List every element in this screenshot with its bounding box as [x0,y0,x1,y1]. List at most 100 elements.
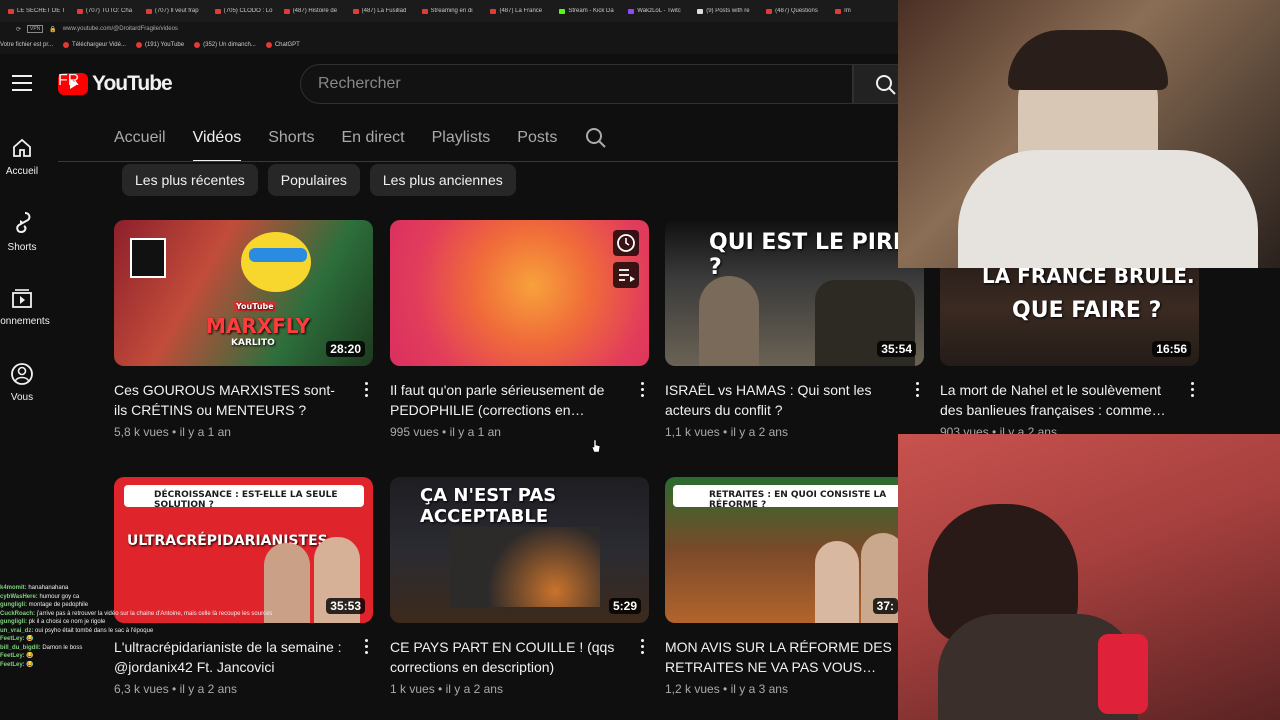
url-text[interactable]: www.youtube.com/@DroitardFragile/videos [63,26,178,32]
chat-text: 😂 [26,636,34,642]
browser-tab[interactable]: (487) La France [486,8,555,14]
chip-oldest[interactable]: Les plus anciennes [369,164,516,196]
video-card[interactable]: RETRAITES : EN QUOI CONSISTE LA RÉFORME … [665,477,924,696]
video-title[interactable]: CE PAYS PART EN COUILLE ! (qqs correctio… [390,637,622,677]
bookmark-item[interactable]: ChatGPT [265,42,300,48]
thumb-overlay-text: YouTube [234,302,276,311]
video-card[interactable]: ÇA N'EST PAS ACCEPTABLE 5:29 CE PAYS PAR… [390,477,649,696]
watch-later-icon[interactable] [613,230,639,256]
tab-favicon-icon [76,8,83,14]
upload-age: il y a 3 ans [730,682,788,696]
channel-search-icon[interactable] [584,118,608,158]
tab-en-direct[interactable]: En direct [341,118,404,158]
bookmark-item[interactable]: Votre fichier est pr... [0,42,53,48]
person-graphic [815,541,859,623]
tab-favicon-icon [145,8,152,14]
video-thumbnail[interactable]: QUI EST LE PIRE ? 35:54 [665,220,924,366]
webcam-overlay-bottom [898,434,1280,720]
region-code: FR [58,72,80,89]
rail-item-subscriptions[interactable]: Abonnements [0,286,58,327]
address-bar[interactable]: ⟳ VPN 🔒 www.youtube.com/@DroitardFragile… [0,22,900,36]
more-options-icon[interactable] [365,382,369,400]
screen: LE SECRET DE T (707) TUTO: Cha (707) Il ve… [0,0,1280,720]
bookmark-favicon-icon [63,42,70,48]
view-count: 995 vues [390,425,439,439]
sunglasses-graphic [249,248,307,262]
more-options-icon[interactable] [1191,382,1195,400]
rail-item-shorts[interactable]: Shorts [0,210,44,253]
stream-chat-overlay: k4momit: hanahanahana cybWasHere: humour … [0,584,300,720]
chip-recent[interactable]: Les plus récentes [122,164,258,196]
browser-tab[interactable]: WakzLoL - Twitc [624,8,693,14]
browser-tab[interactable]: (705) CLODO : Lo [211,8,280,14]
rail-label: Accueil [5,166,39,177]
video-card[interactable]: Il faut qu'on parle sérieusement de PEDO… [390,220,649,439]
rail-item-home[interactable]: Accueil [0,136,44,177]
browser-tab[interactable]: (487) Questions [762,8,831,14]
bookmark-item[interactable]: (191) YouTube [135,42,184,48]
browser-tab[interactable]: (707) TUTO: Cha [73,8,142,14]
bookmark-favicon-icon [194,42,201,48]
meta-separator: • [719,425,731,439]
bookmark-item[interactable]: Téléchargeur Vidé... [63,42,126,48]
chip-popular[interactable]: Populaires [267,164,360,196]
meta-separator: • [168,425,180,439]
video-thumbnail[interactable]: YouTube MARXFLY KARLITO 28:20 [114,220,373,366]
meta-separator: • [719,682,731,696]
more-options-icon[interactable] [641,382,645,400]
tab-favicon-icon [8,8,14,14]
video-meta: 1,2 k vues • il y a 3 ans [665,682,924,696]
chat-message: FeetLey: 😂 [0,652,300,661]
shorts-icon [16,212,31,234]
red-cup-graphic [1098,634,1148,714]
bookmark-favicon-icon [265,42,272,48]
browser-tab[interactable]: Streaming en di [418,8,487,14]
video-meta: 1 k vues • il y a 2 ans [390,682,649,696]
vpn-badge[interactable]: VPN [27,25,44,33]
tab-playlists[interactable]: Playlists [432,118,491,158]
streamer-sweater-graphic [958,150,1258,268]
browser-tab[interactable]: (9) Posts with re [693,8,762,14]
video-thumbnail[interactable] [390,220,649,366]
more-options-icon[interactable] [641,639,645,657]
lock-icon: 🔒 [49,26,57,33]
video-title[interactable]: MON AVIS SUR LA RÉFORME DES RETRAITES NE… [665,637,897,677]
bookmark-item[interactable]: (352) Un dimanch... [194,42,256,48]
video-card[interactable]: QUI EST LE PIRE ? 35:54 ISRAËL vs HAMAS … [665,220,924,439]
reload-icon[interactable]: ⟳ [16,26,21,33]
video-thumbnail[interactable]: RETRAITES : EN QUOI CONSISTE LA RÉFORME … [665,477,924,623]
browser-tab[interactable]: (707) Il veut frap [142,8,211,14]
more-options-icon[interactable] [916,382,920,400]
tab-label: WakzLoL - Twitc [637,8,681,14]
browser-tab[interactable]: (487) Histoire de [280,8,349,14]
video-title[interactable]: Ces GOUROUS MARXISTES sont-ils CRÉTINS o… [114,380,346,420]
thumb-overlay-text: RETRAITES : EN QUOI CONSISTE LA RÉFORME … [709,490,887,510]
rail-item-you[interactable]: Vous [0,362,44,403]
browser-tab[interactable]: LE SECRET DE T [4,8,73,14]
chat-text: oui psyho était tombé dans le sac à l'ép… [35,627,154,634]
tab-posts[interactable]: Posts [517,118,557,158]
add-to-queue-icon[interactable] [613,262,639,288]
browser-tab[interactable]: Im [831,8,900,14]
video-title[interactable]: La mort de Nahel et le soulèvement des b… [940,380,1172,420]
tab-favicon-icon [697,8,704,14]
chat-message: FeetLey: 😂 [0,635,300,644]
video-duration: 35:53 [326,598,365,614]
search-input[interactable]: Rechercher [300,64,853,104]
tab-accueil[interactable]: Accueil [114,118,166,158]
view-count: 5,8 k vues [114,425,169,439]
video-card[interactable]: YouTube MARXFLY KARLITO 28:20 Ces GOUROU… [114,220,373,439]
tab-favicon-icon [352,8,359,14]
chat-username: FeetLey: [0,661,25,668]
browser-tab[interactable]: (487) La Fusillad [349,8,418,14]
menu-icon[interactable] [12,75,32,93]
channel-logo-badge [130,238,166,278]
more-options-icon[interactable] [365,639,369,657]
video-title[interactable]: Il faut qu'on parle sérieusement de PEDO… [390,380,622,420]
tab-shorts[interactable]: Shorts [268,118,314,158]
search-button[interactable] [853,64,903,104]
browser-tab[interactable]: Stream - Kick Da [555,8,624,14]
video-title[interactable]: ISRAËL vs HAMAS : Qui sont les acteurs d… [665,380,897,420]
tab-videos[interactable]: Vidéos [192,118,241,162]
video-thumbnail[interactable]: ÇA N'EST PAS ACCEPTABLE 5:29 [390,477,649,623]
